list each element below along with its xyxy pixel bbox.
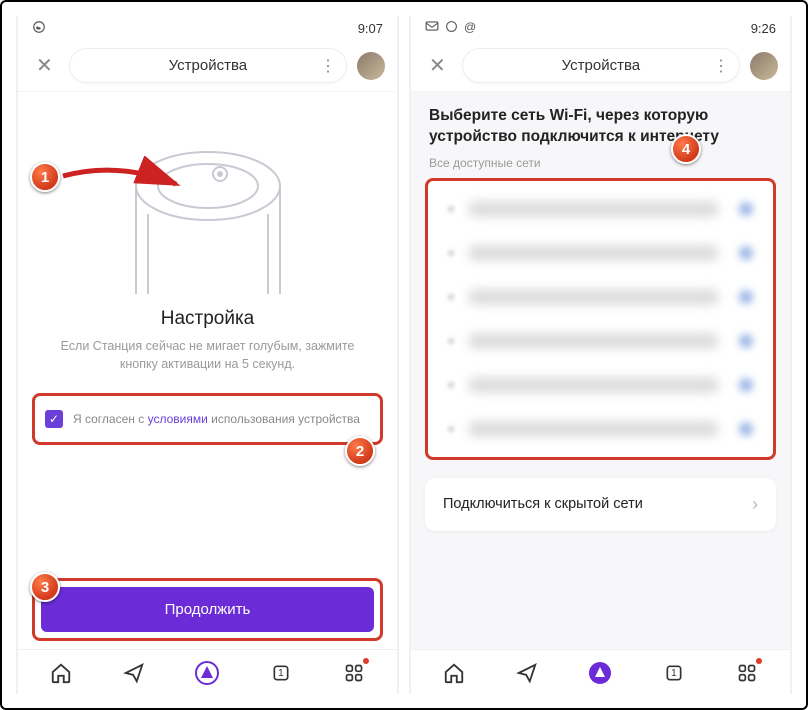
consent-prefix: Я согласен с	[73, 412, 148, 426]
whatsapp-icon	[445, 20, 458, 36]
wifi-row[interactable]	[430, 407, 771, 451]
terms-link[interactable]: условиями	[148, 412, 208, 426]
app-bar: ✕ Устройства ⋮	[18, 40, 397, 92]
step-badge-1: 1	[30, 162, 60, 192]
status-bar: @ 9:26	[411, 16, 790, 40]
wifi-row[interactable]	[430, 319, 771, 363]
close-icon[interactable]: ✕	[423, 49, 452, 82]
step-badge-2: 2	[345, 436, 375, 466]
status-icons: @	[425, 20, 476, 36]
apps-icon[interactable]	[734, 660, 760, 686]
send-icon[interactable]	[121, 660, 147, 686]
tabs-icon[interactable]: 1	[268, 660, 294, 686]
spacer	[18, 451, 397, 578]
setup-description: Если Станция сейчас не мигает голубым, з…	[18, 330, 397, 387]
avatar[interactable]	[750, 52, 778, 80]
continue-highlight: Продолжить	[32, 578, 383, 641]
hidden-network-label: Подключиться к скрытой сети	[443, 496, 643, 512]
consent-suffix: использования устройства	[208, 412, 360, 426]
content-right: Выберите сеть Wi-Fi, через которую устро…	[411, 92, 790, 694]
alice-icon[interactable]	[194, 660, 220, 686]
status-time: 9:07	[358, 21, 383, 36]
device-illustration	[108, 116, 308, 296]
bottom-nav: 1	[18, 649, 397, 694]
consent-row[interactable]: ✓ Я согласен с условиями использования у…	[32, 393, 383, 445]
phone-right: @ 9:26 ✕ Устройства ⋮ Выберите сеть Wi-F…	[409, 16, 792, 694]
consent-text: Я согласен с условиями использования уст…	[73, 412, 360, 426]
wifi-list	[425, 178, 776, 460]
chevron-right-icon: ›	[752, 494, 758, 515]
bottom-nav: 1	[411, 649, 790, 694]
at-icon: @	[464, 20, 476, 36]
more-icon[interactable]: ⋮	[320, 56, 336, 76]
page-title: Устройства	[562, 57, 640, 74]
page-title-pill[interactable]: Устройства ⋮	[462, 48, 740, 83]
page-title: Устройства	[169, 57, 247, 74]
close-icon[interactable]: ✕	[30, 49, 59, 82]
home-icon[interactable]	[441, 660, 467, 686]
step-badge-4: 4	[671, 134, 701, 164]
alice-icon[interactable]	[587, 660, 613, 686]
arrow-1	[58, 156, 188, 206]
send-icon[interactable]	[514, 660, 540, 686]
hidden-network-button[interactable]: Подключиться к скрытой сети ›	[425, 478, 776, 531]
apps-icon[interactable]	[341, 660, 367, 686]
whatsapp-icon	[32, 20, 46, 37]
phone-left: 9:07 ✕ Устройства ⋮ Настройка Если С	[16, 16, 399, 694]
spacer	[411, 539, 790, 649]
avatar[interactable]	[357, 52, 385, 80]
status-icons	[32, 20, 46, 37]
wifi-row[interactable]	[430, 187, 771, 231]
continue-button[interactable]: Продолжить	[41, 587, 374, 632]
setup-title: Настройка	[18, 308, 397, 330]
tutorial-container: 9:07 ✕ Устройства ⋮ Настройка Если С	[0, 0, 808, 710]
wifi-heading: Выберите сеть Wi-Fi, через которую устро…	[411, 92, 790, 156]
mail-icon	[425, 20, 439, 36]
status-bar: 9:07	[18, 16, 397, 40]
wifi-row[interactable]	[430, 275, 771, 319]
more-icon[interactable]: ⋮	[713, 56, 729, 76]
app-bar: ✕ Устройства ⋮	[411, 40, 790, 92]
wifi-subheading: Все доступные сети	[411, 156, 790, 174]
wifi-row[interactable]	[430, 363, 771, 407]
status-time: 9:26	[751, 21, 776, 36]
home-icon[interactable]	[48, 660, 74, 686]
tabs-icon[interactable]: 1	[661, 660, 687, 686]
step-badge-3: 3	[30, 572, 60, 602]
consent-checkbox[interactable]: ✓	[45, 410, 63, 428]
page-title-pill[interactable]: Устройства ⋮	[69, 48, 347, 83]
wifi-row[interactable]	[430, 231, 771, 275]
